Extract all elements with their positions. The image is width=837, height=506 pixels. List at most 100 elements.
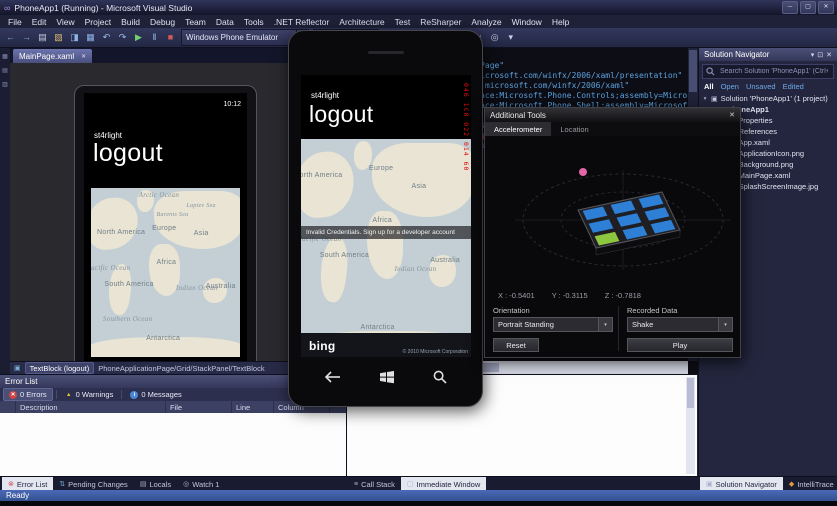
menu-architecture[interactable]: Architecture (334, 17, 389, 27)
find-icon[interactable]: ◎ (488, 31, 501, 44)
close-icon[interactable]: ✕ (81, 53, 86, 60)
recorded-data-select[interactable]: Shake ▾ (627, 317, 733, 332)
menu-net-reflector[interactable]: .NET Reflector (269, 17, 335, 27)
phone-emulator-window: st4rlight logout 046 1C0 022 014 60 Nort… (288, 30, 483, 407)
tab-pending-changes[interactable]: ⇅ Pending Changes (53, 477, 134, 491)
close-icon[interactable]: ✕ (826, 51, 832, 59)
accelerometer-3d-view[interactable] (485, 136, 740, 286)
filter-unsaved[interactable]: Unsaved (746, 82, 776, 91)
nav-back-icon[interactable]: ← (4, 31, 17, 44)
menu-tools[interactable]: Tools (239, 17, 269, 27)
map-label-north-america: North America (96, 228, 146, 236)
scrollbar-thumb[interactable] (687, 378, 694, 408)
errorlist-grid[interactable] (0, 413, 346, 476)
tab-mainpage-xaml[interactable]: MainPage.xaml ✕ (13, 49, 93, 63)
toolbar-options-icon[interactable]: ▾ (504, 31, 517, 44)
map-label-pacific-ocean: Pacific Ocean (91, 264, 131, 273)
tree-item-solution-phoneapp1-1-project[interactable]: ▾ ▣ Solution 'PhoneApp1' (1 project) (699, 93, 837, 104)
scrollbar[interactable] (686, 377, 695, 474)
chevron-down-icon[interactable]: ▾ (811, 51, 815, 59)
menu-file[interactable]: File (3, 17, 27, 27)
emulator-map-labels: North America Europe Asia Africa South Ameri… (301, 139, 471, 357)
save-all-icon[interactable]: ▦ (84, 31, 97, 44)
new-file-icon[interactable]: ▤ (36, 31, 49, 44)
tab-solution-navigator[interactable]: ▣ Solution Navigator (700, 477, 783, 491)
filter-0-errors[interactable]: ✕ 0 Errors (3, 388, 53, 401)
tab-intellitrace[interactable]: ◆ IntelliTrace (783, 477, 837, 491)
column-file[interactable]: File (166, 401, 232, 413)
map-label-laptev-sea: Laptev Sea (186, 203, 216, 210)
tab-error-list[interactable]: ⊗ Error List (2, 477, 54, 491)
solnav-search[interactable] (702, 64, 834, 79)
expander-icon[interactable]: ▾ (702, 96, 708, 102)
nav-forward-icon[interactable]: → (20, 31, 33, 44)
tab-immediate-window[interactable]: ▢ Immediate Window (400, 477, 487, 491)
breadcrumb-path[interactable]: PhoneApplicationPage/Grid/StackPanel/Tex… (98, 364, 264, 373)
filter-edited[interactable]: Edited (783, 82, 804, 91)
menu-edit[interactable]: Edit (27, 17, 52, 27)
tab-watch-1[interactable]: ◎ Watch 1 (177, 477, 225, 491)
menu-project[interactable]: Project (80, 17, 116, 27)
menu-build[interactable]: Build (116, 17, 145, 27)
tab-label: Solution Navigator (715, 479, 777, 489)
search-input[interactable] (718, 67, 830, 76)
phone-3d-model[interactable] (577, 191, 681, 256)
designer-phone-screen[interactable]: 10:12 st4rlight logout Arctic Ocean Lapte… (84, 93, 247, 361)
emulator-screen[interactable]: st4rlight logout 046 1C0 022 014 60 Nort… (301, 75, 471, 357)
close-icon[interactable]: ✕ (729, 111, 735, 119)
start-button[interactable] (379, 370, 395, 384)
solnav-icon: ▣ (706, 481, 713, 488)
designer-map-labels: Arctic Ocean Laptev Sea Barents Sea North A… (91, 188, 240, 357)
filter-open[interactable]: Open (721, 82, 739, 91)
undo-icon[interactable]: ↶ (100, 31, 113, 44)
save-icon[interactable]: ◨ (68, 31, 81, 44)
solution-navigator-header[interactable]: Solution Navigator ▾ ⊡ ✕ (699, 48, 837, 61)
tab-accelerometer[interactable]: Accelerometer (485, 122, 552, 136)
window-title: PhoneApp1 (Running) - Microsoft Visual S… (14, 2, 193, 13)
menu-data[interactable]: Data (211, 17, 239, 27)
pin-icon[interactable]: ⊡ (817, 51, 823, 59)
column-line[interactable]: Line (232, 401, 274, 413)
orientation-handle[interactable] (579, 168, 587, 176)
menu-test[interactable]: Test (390, 17, 416, 27)
menu-analyze[interactable]: Analyze (466, 17, 506, 27)
chevron-down-icon: ▾ (718, 318, 732, 331)
filter-0-messages[interactable]: i0 Messages (125, 389, 186, 400)
bottom-tabs-right: ▣ Solution Navigator ◆ IntelliTrace (700, 477, 837, 491)
filter-0-warnings[interactable]: ▲ 0 Warnings (60, 389, 119, 400)
break-all-icon[interactable]: ‖ (148, 31, 161, 44)
tab-location[interactable]: Location (551, 122, 597, 136)
menu-window[interactable]: Window (507, 17, 547, 27)
accel-value: Z : -0.7818 (604, 291, 641, 300)
tab-call-stack[interactable]: ≡ Call Stack (348, 477, 401, 491)
maximize-button[interactable]: ▢ (800, 1, 816, 14)
redo-icon[interactable]: ↷ (116, 31, 129, 44)
menu-view[interactable]: View (51, 17, 79, 27)
back-button[interactable] (324, 371, 341, 383)
play-button[interactable]: Play (627, 338, 733, 352)
menu-resharper[interactable]: ReSharper (415, 17, 466, 27)
stop-debug-icon[interactable]: ■ (164, 31, 177, 44)
menu-team[interactable]: Team (180, 17, 211, 27)
search-button[interactable] (433, 370, 447, 384)
continue-icon[interactable]: ▶ (132, 31, 145, 44)
orientation-select[interactable]: Portrait Standing ▾ (493, 317, 613, 332)
menu-debug[interactable]: Debug (145, 17, 180, 27)
tab-label: Call Stack (361, 479, 395, 489)
filter-all[interactable]: All (704, 82, 714, 91)
toolbox-tab-icon[interactable]: ▦ (2, 53, 8, 60)
open-file-icon[interactable]: ▧ (52, 31, 65, 44)
emulator-map[interactable]: North America Europe Asia Africa South Ameri… (301, 139, 471, 357)
reset-button[interactable]: Reset (493, 338, 539, 352)
document-outline-tab-icon[interactable]: ▥ (2, 81, 8, 88)
tab-locals[interactable]: ▤ Locals (134, 477, 177, 491)
minimize-button[interactable]: ─ (782, 1, 798, 14)
close-button[interactable]: ✕ (818, 1, 834, 14)
scrollbar-thumb[interactable] (689, 50, 697, 92)
additional-tools-title-bar[interactable]: Additional Tools ✕ (485, 108, 740, 122)
server-explorer-tab-icon[interactable]: ▤ (2, 67, 8, 74)
accel-value: X : -0.5401 (498, 291, 535, 300)
breadcrumb-selection[interactable]: TextBlock (logout) (24, 362, 95, 374)
column-description[interactable]: Description (16, 401, 166, 413)
menu-help[interactable]: Help (547, 17, 574, 27)
